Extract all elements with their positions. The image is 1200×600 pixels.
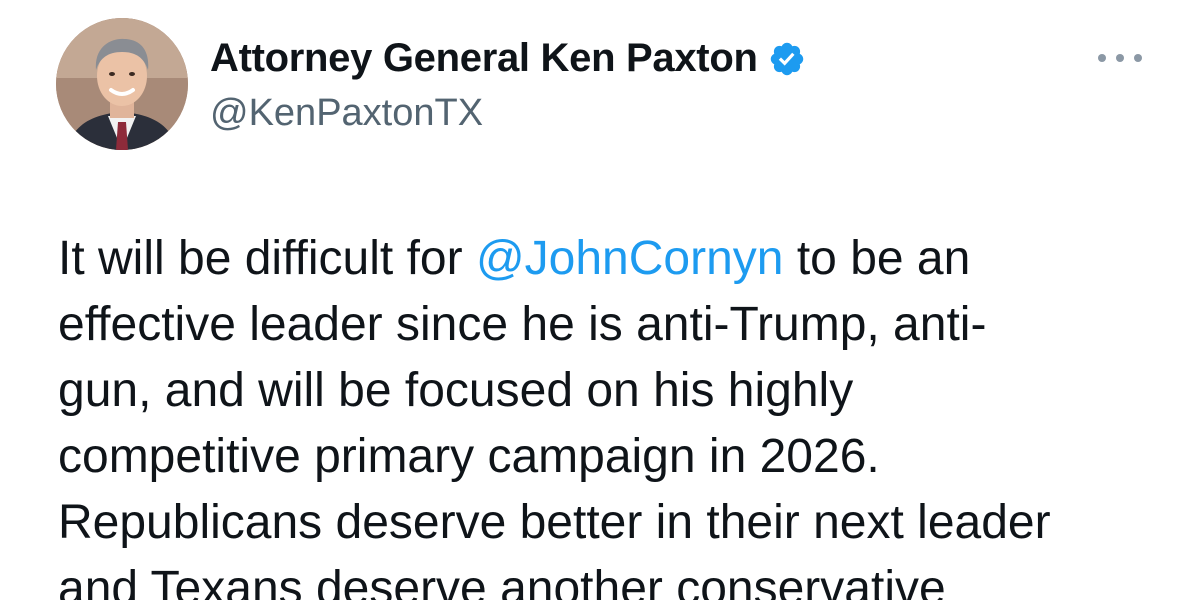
tweet-line: Republicans deserve better in their next… xyxy=(58,496,1051,549)
author-name-row: Attorney General Ken Paxton xyxy=(210,36,806,81)
tweet-text-segment: It will be difficult for xyxy=(58,232,476,285)
tweet-line: and Texans deserve another conservative xyxy=(58,562,946,600)
author-avatar[interactable] xyxy=(56,18,188,150)
tweet-body: It will be difficult for @JohnCornyn to … xyxy=(58,226,1168,600)
verified-badge-icon[interactable] xyxy=(768,40,806,78)
mention-link[interactable]: @JohnCornyn xyxy=(476,232,784,285)
profile-photo-icon xyxy=(56,18,188,150)
tweet-line: effective leader since he is anti-Trump,… xyxy=(58,298,987,351)
tweet-text-segment: to be an xyxy=(783,232,971,285)
ellipsis-icon xyxy=(1134,54,1142,62)
author-display-name[interactable]: Attorney General Ken Paxton xyxy=(210,36,758,81)
tweet-line: competitive primary campaign in 2026. xyxy=(58,430,880,483)
tweet-line: gun, and will be focused on his highly xyxy=(58,364,854,417)
ellipsis-icon xyxy=(1116,54,1124,62)
tweet-card: Attorney General Ken Paxton @KenPaxtonTX… xyxy=(0,0,1200,600)
more-options-button[interactable] xyxy=(1098,46,1142,70)
author-handle[interactable]: @KenPaxtonTX xyxy=(210,92,483,135)
tweet-line: It will be difficult for @JohnCornyn to … xyxy=(58,226,1168,292)
ellipsis-icon xyxy=(1098,54,1106,62)
